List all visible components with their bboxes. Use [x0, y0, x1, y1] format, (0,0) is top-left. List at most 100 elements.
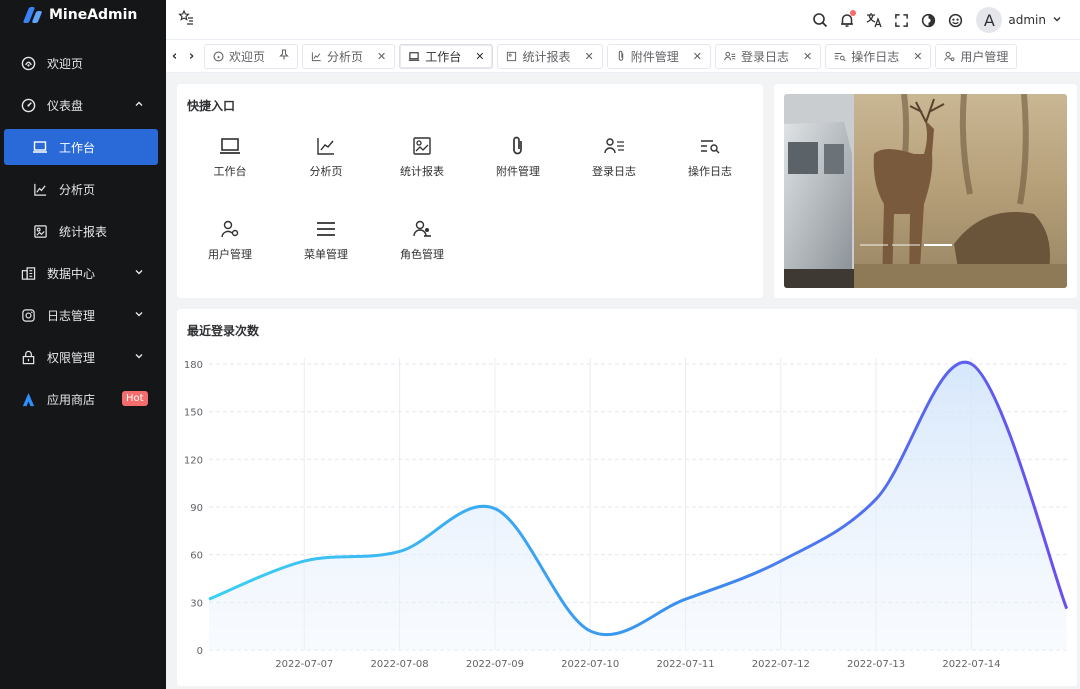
tab-analysis[interactable]: 分析页 ✕: [302, 43, 396, 69]
carousel-dot-active[interactable]: [924, 244, 952, 246]
sidebar-item-welcome[interactable]: 欢迎页: [0, 42, 166, 84]
sidebar-item-logs[interactable]: 日志管理: [0, 294, 166, 336]
quick-entry-title: 快捷入口: [187, 99, 236, 113]
mineadmin-logo-icon: [22, 7, 43, 23]
quick-item-label: 操作日志: [688, 165, 732, 178]
avatar: A: [976, 7, 1003, 33]
close-icon[interactable]: ✕: [585, 50, 594, 63]
tab-report[interactable]: 统计报表 ✕: [497, 43, 603, 69]
banner-image: [784, 94, 1067, 288]
app-store-icon: [20, 391, 36, 407]
data-point[interactable]: [301, 558, 307, 564]
user-list-icon: [603, 134, 625, 158]
data-point[interactable]: [492, 506, 498, 512]
line-chart-icon: [311, 51, 322, 62]
tab-label: 操作日志: [851, 49, 900, 64]
sidebar-item-data-center[interactable]: 数据中心: [0, 252, 166, 294]
quick-item-label: 工作台: [213, 165, 247, 178]
carousel-dot[interactable]: [860, 244, 888, 246]
quick-item-label: 分析页: [309, 165, 343, 178]
tab-scroll-right-icon[interactable]: ›: [183, 49, 200, 64]
menu-fold-icon[interactable]: [178, 9, 194, 28]
chevron-down-icon: [134, 350, 144, 364]
sidebar-item-permissions[interactable]: 权限管理: [0, 336, 166, 378]
y-tick-label: 60: [190, 551, 203, 562]
paperclip-icon: [616, 50, 626, 62]
chevron-down-icon: [1052, 13, 1062, 27]
data-point[interactable]: [1064, 606, 1070, 612]
banner-carousel[interactable]: [774, 84, 1077, 298]
close-icon[interactable]: ✕: [693, 50, 702, 63]
search-icon[interactable]: [811, 11, 829, 29]
user-list-icon: [724, 51, 736, 62]
close-icon[interactable]: ✕: [803, 50, 812, 63]
tab-label: 工作台: [425, 49, 462, 64]
tab-operation-log[interactable]: 操作日志 ✕: [825, 43, 932, 69]
pin-icon[interactable]: [279, 49, 289, 63]
laptop-icon: [408, 51, 420, 62]
close-icon[interactable]: ✕: [913, 50, 922, 63]
report-icon: [32, 223, 48, 239]
data-point[interactable]: [587, 628, 593, 634]
x-tick-label: 2022-07-07: [275, 659, 333, 670]
x-tick-label: 2022-07-11: [656, 659, 714, 670]
quick-item-operation-log[interactable]: 操作日志: [662, 134, 758, 217]
dashboard-gauge-icon: [213, 50, 224, 62]
quick-item-analysis[interactable]: 分析页: [278, 134, 374, 217]
y-tick-label: 150: [184, 408, 203, 419]
fullscreen-icon[interactable]: [892, 11, 910, 29]
login-count-chart: 180 150 120 90 60 30 0 2022-07-07 2022-07-08 2022…: [184, 358, 1070, 670]
data-point[interactable]: [968, 361, 974, 367]
report-icon: [506, 51, 517, 62]
sidebar-item-workbench[interactable]: 工作台: [4, 129, 158, 165]
translate-icon[interactable]: [865, 11, 883, 29]
sidebar-item-report[interactable]: 统计报表: [0, 210, 166, 252]
quick-item-login-log[interactable]: 登录日志: [566, 134, 662, 217]
tab-attachments[interactable]: 附件管理 ✕: [606, 43, 711, 69]
tab-welcome[interactable]: 欢迎页: [204, 43, 299, 69]
data-point[interactable]: [683, 596, 689, 602]
quick-item-attachments[interactable]: 附件管理: [470, 134, 566, 217]
sidebar-item-label: 工作台: [59, 140, 96, 155]
data-point[interactable]: [873, 496, 879, 502]
x-tick-label: 2022-07-08: [371, 659, 429, 670]
carousel-indicators[interactable]: [860, 244, 952, 246]
tab-bar: ‹ › 欢迎页 分析页 ✕ 工作台 ✕ 统计报表 ✕ 附件管理 ✕ 登录日志 ✕…: [166, 40, 1080, 73]
x-tick-label: 2022-07-10: [561, 659, 619, 670]
app-logo[interactable]: MineAdmin: [0, 0, 166, 30]
sidebar-item-app-store[interactable]: 应用商店 Hot: [0, 378, 166, 420]
quick-item-report[interactable]: 统计报表: [374, 134, 470, 217]
data-point[interactable]: [778, 558, 784, 564]
settings-face-icon[interactable]: [946, 11, 964, 29]
sidebar: MineAdmin 欢迎页 仪表盘 工作台 分析页 统计报表 数据中心 日志管理…: [0, 0, 166, 689]
tab-login-log[interactable]: 登录日志 ✕: [714, 43, 822, 69]
tab-workbench[interactable]: 工作台 ✕: [399, 43, 494, 69]
quick-item-users[interactable]: 用户管理: [182, 217, 278, 300]
quick-item-roles[interactable]: 角色管理: [374, 217, 470, 300]
sidebar-item-analysis[interactable]: 分析页: [0, 168, 166, 210]
tab-label: 分析页: [327, 49, 364, 64]
carousel-dot[interactable]: [892, 244, 920, 246]
close-icon[interactable]: ✕: [475, 50, 484, 63]
quick-item-workbench[interactable]: 工作台: [182, 134, 278, 217]
y-tick-label: 90: [190, 503, 203, 514]
quick-item-label: 统计报表: [400, 165, 444, 178]
user-group-icon: [412, 217, 432, 241]
x-tick-label: 2022-07-09: [466, 659, 524, 670]
bell-icon[interactable]: [838, 10, 857, 29]
user-menu[interactable]: A admin: [976, 7, 1062, 33]
quick-item-label: 角色管理: [400, 248, 444, 261]
log-icon: [20, 307, 36, 323]
quick-item-menus[interactable]: 菜单管理: [278, 217, 374, 300]
data-point[interactable]: [206, 596, 212, 602]
tab-users[interactable]: 用户管理: [935, 43, 1018, 69]
sidebar-item-label: 日志管理: [47, 308, 96, 323]
data-point[interactable]: [397, 548, 403, 554]
tab-scroll-left-icon[interactable]: ‹: [166, 49, 183, 64]
quick-item-label: 附件管理: [496, 165, 540, 178]
sidebar-item-dashboard[interactable]: 仪表盘: [0, 84, 166, 126]
quick-entry-grid: 工作台 分析页 统计报表 附件管理 登录日志 操作日志 用户管理 菜单管理 角色…: [182, 134, 762, 300]
x-tick-label: 2022-07-13: [847, 659, 905, 670]
theme-icon[interactable]: [919, 11, 937, 29]
close-icon[interactable]: ✕: [377, 50, 386, 63]
